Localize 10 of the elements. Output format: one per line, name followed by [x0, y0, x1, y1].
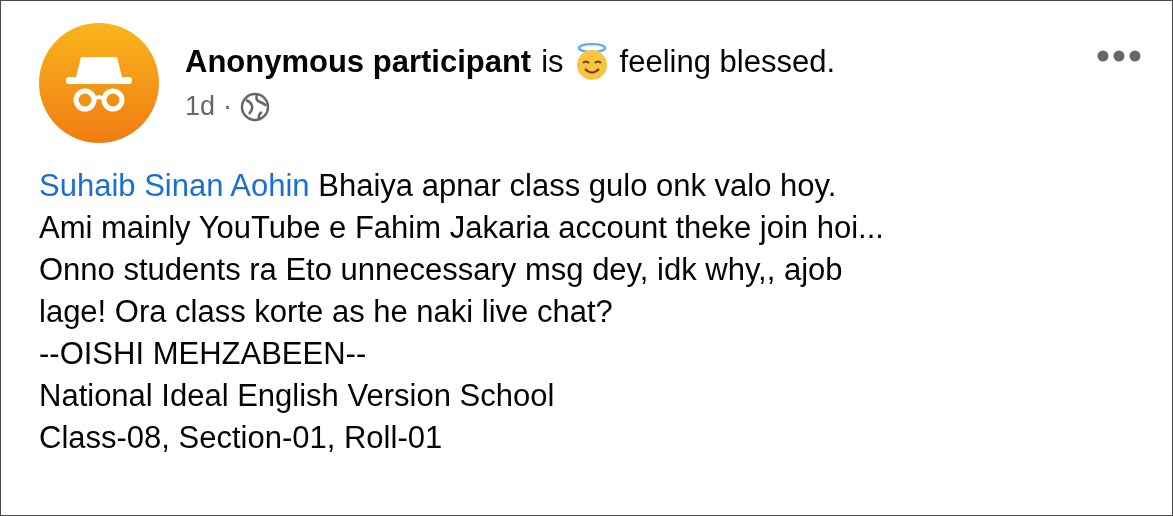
- separator-dot: ·: [223, 91, 233, 122]
- feeling-verb: is: [541, 44, 564, 80]
- author-name[interactable]: Anonymous participant: [185, 44, 532, 80]
- more-options-icon[interactable]: [1096, 49, 1142, 63]
- incognito-avatar-icon[interactable]: [39, 23, 159, 143]
- post-text: Suhaib Sinan Aohin Bhaiya apnar class gulo onk valo hoy. Ami mainly YouTube e Fahim Jakaria account theke join hoi... Onno students ra Eto unnecessary msg dey, idk why,, ajob lage! Ora class korte as he naki live chat? --OISHI MEHZABEEN-- National Ideal English Version School Class-08, Section-01, Roll-01: [39, 167, 885, 457]
- post-time[interactable]: 1d: [185, 91, 216, 122]
- mention-link[interactable]: Suhaib Sinan Aohin: [39, 168, 310, 203]
- feeling-text: feeling blessed.: [619, 44, 836, 80]
- globe-icon: [240, 91, 271, 122]
